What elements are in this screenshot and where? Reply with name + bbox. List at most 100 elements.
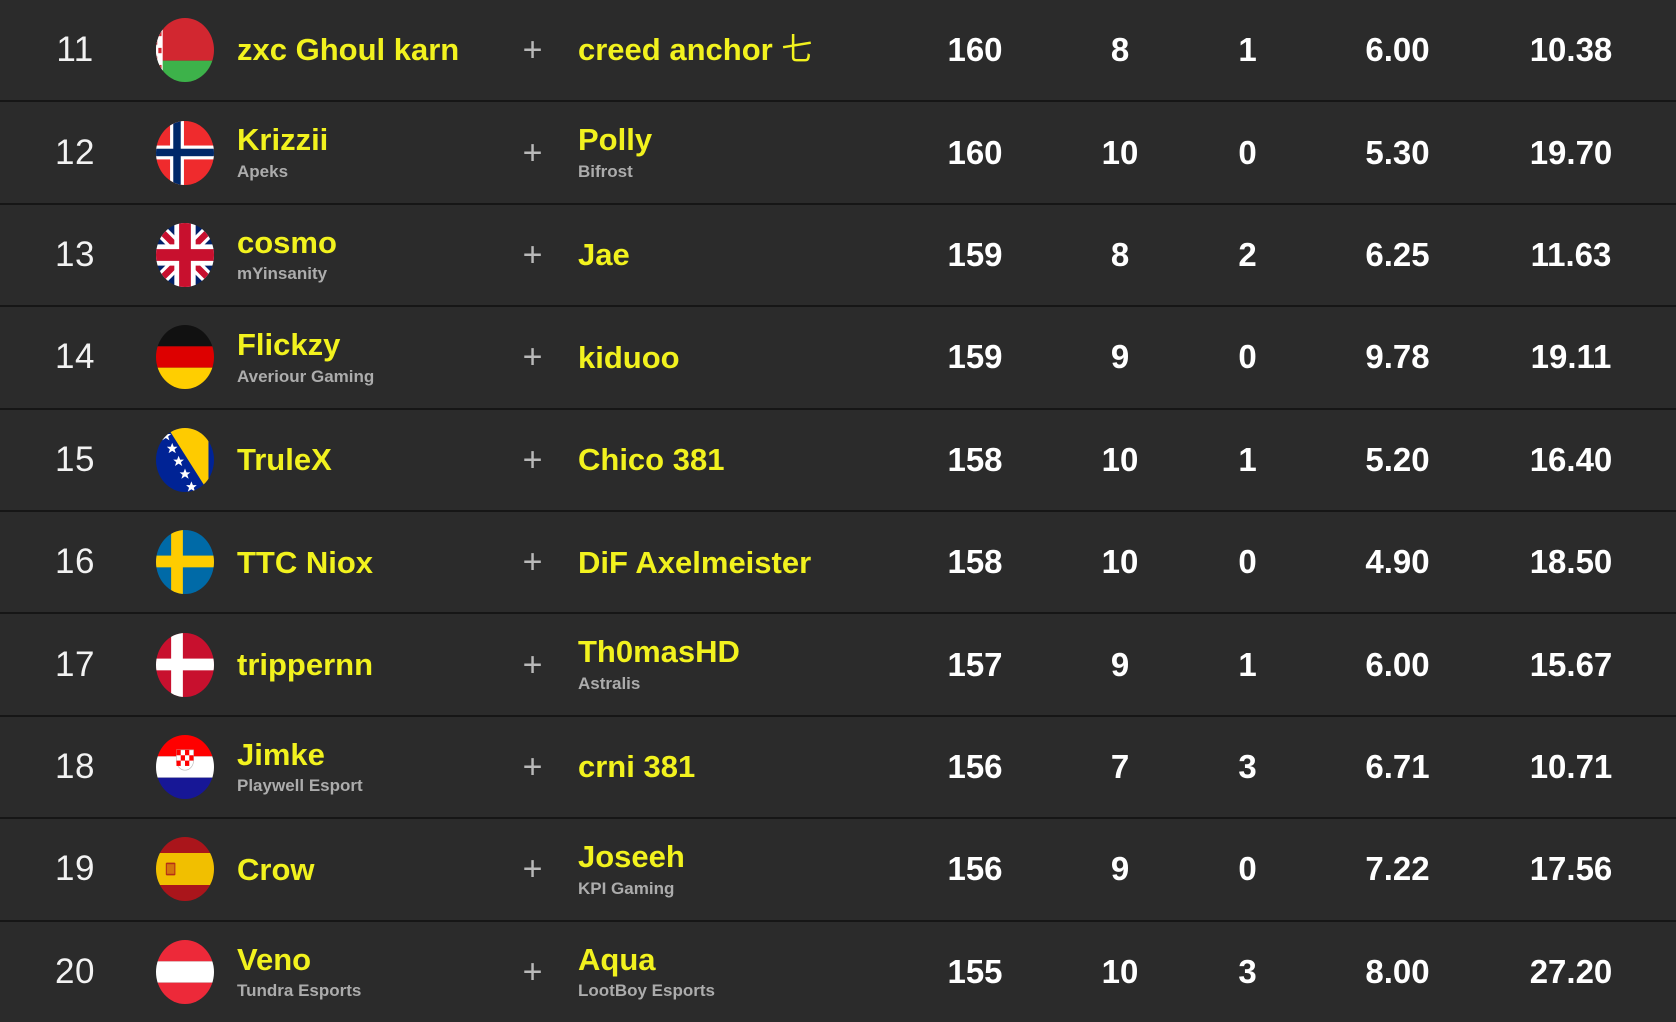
rank-cell: 12 <box>55 132 95 172</box>
maps-cell: 9 <box>1110 850 1130 888</box>
table-row[interactable]: 19 Crow + Joseeh KPI Gaming 156 9 0 7.22 17.56 <box>0 819 1676 922</box>
versus-plus-icon: + <box>522 748 543 787</box>
table-row[interactable]: 20 Veno Tundra Esports + Aqua LootBoy Esports… <box>0 921 1676 1022</box>
versus-plus-icon: + <box>522 236 543 275</box>
player-one-cell[interactable]: Jimke Playwell Esport <box>220 737 505 797</box>
versus-plus-icon: + <box>522 440 543 479</box>
player-one-name[interactable]: TruleX <box>237 443 505 477</box>
player-one-name[interactable]: Krizzii <box>237 123 505 157</box>
rank-cell: 15 <box>55 439 95 479</box>
player-two-cell[interactable]: Chico 381 <box>560 443 895 477</box>
maps-cell: 10 <box>1101 952 1139 990</box>
player-two-name[interactable]: crni 381 <box>578 750 895 784</box>
maps-cell: 10 <box>1101 440 1139 478</box>
rank-cell: 17 <box>55 644 95 684</box>
extra-cell: 0 <box>1238 338 1257 376</box>
rating-cell: 19.11 <box>1530 338 1612 376</box>
score-cell: 160 <box>947 31 1003 69</box>
belarus-flag <box>156 18 214 83</box>
table-row[interactable]: 14 Flickzy Averiour Gaming + kiduoo 159 9 0 9.78… <box>0 307 1676 410</box>
maps-cell: 8 <box>1110 31 1130 69</box>
spain-flag <box>156 837 214 902</box>
country-flag-cell <box>150 427 220 492</box>
player-two-cell[interactable]: creed anchor 七 <box>560 32 895 67</box>
table-row[interactable]: 17 trippernn + Th0masHD Astralis 157 9 1 6.00 15.… <box>0 614 1676 717</box>
player-two-name[interactable]: Chico 381 <box>578 443 895 477</box>
table-row[interactable]: 11 zxc Ghoul karn + creed anchor 七 160 8 1 6.00… <box>0 0 1676 103</box>
player-two-name[interactable]: Polly <box>578 123 895 157</box>
player-two-name[interactable]: creed anchor 七 <box>578 32 895 67</box>
player-two-cell[interactable]: Joseeh KPI Gaming <box>560 840 895 899</box>
player-two-cell[interactable]: crni 381 <box>560 750 895 784</box>
versus-plus-icon: + <box>522 645 543 684</box>
table-row[interactable]: 13 cosmo mYinsanity + Jae 159 8 2 6.25 11.63 <box>0 204 1676 308</box>
table-row[interactable]: 16 TTC Niox + DiF Axelmeister 158 10 0 4.90 18.5… <box>0 512 1676 615</box>
average-cell: 6.71 <box>1365 748 1430 786</box>
player-two-name[interactable]: DiF Axelmeister <box>578 545 895 579</box>
player-one-cell[interactable]: Flickzy Averiour Gaming <box>220 328 505 387</box>
rank-cell: 16 <box>55 542 95 582</box>
player-one-cell[interactable]: Crow <box>220 852 505 886</box>
extra-cell: 0 <box>1238 850 1257 888</box>
rating-cell: 19.70 <box>1529 133 1613 171</box>
player-one-team: Averiour Gaming <box>237 366 375 386</box>
table-row[interactable]: 12 Krizzii Apeks + Polly Bifrost 160 10 0 5.30 19.… <box>0 102 1676 205</box>
maps-cell: 7 <box>1110 748 1130 786</box>
extra-cell: 1 <box>1238 645 1257 683</box>
player-one-team: Playwell Esport <box>237 776 363 796</box>
player-two-cell[interactable]: Polly Bifrost <box>560 123 895 182</box>
country-flag-cell <box>150 120 220 185</box>
player-one-name[interactable]: Flickzy <box>237 328 505 362</box>
country-flag-cell <box>150 325 220 390</box>
player-one-cell[interactable]: Veno Tundra Esports <box>220 942 505 1002</box>
player-one-cell[interactable]: TruleX <box>220 443 505 477</box>
table-row[interactable]: 18 Jimke Playwell Esport + crni 381 156 7 3 6.71… <box>0 716 1676 820</box>
score-cell: 156 <box>947 748 1003 786</box>
maps-cell: 9 <box>1110 338 1130 376</box>
player-one-name[interactable]: Jimke <box>237 737 505 771</box>
rating-cell: 11.63 <box>1530 236 1612 274</box>
average-cell: 6.25 <box>1365 236 1430 274</box>
extra-cell: 3 <box>1238 952 1257 990</box>
player-one-cell[interactable]: Krizzii Apeks <box>220 123 505 182</box>
player-one-name[interactable]: Veno <box>237 942 505 976</box>
player-one-name[interactable]: Crow <box>237 852 505 886</box>
player-one-cell[interactable]: trippernn <box>220 647 505 681</box>
score-cell: 156 <box>947 850 1003 888</box>
maps-cell: 10 <box>1101 543 1139 581</box>
rank-cell: 11 <box>56 30 94 70</box>
table-row[interactable]: 15 TruleX + Chico 381 158 10 1 5.20 16.40 <box>0 409 1676 513</box>
player-one-name[interactable]: TTC Niox <box>237 545 505 579</box>
rank-cell: 18 <box>55 747 95 787</box>
rank-cell: 14 <box>55 337 95 377</box>
extra-cell: 2 <box>1238 236 1257 274</box>
austria-flag <box>156 939 214 1004</box>
player-two-name[interactable]: Jae <box>578 238 895 272</box>
player-two-cell[interactable]: kiduoo <box>560 340 895 374</box>
country-flag-cell <box>150 939 220 1004</box>
score-cell: 157 <box>947 645 1003 683</box>
player-two-team: Bifrost <box>578 161 633 181</box>
player-one-cell[interactable]: TTC Niox <box>220 545 505 579</box>
player-two-cell[interactable]: Th0masHD Astralis <box>560 635 895 694</box>
player-one-cell[interactable]: zxc Ghoul karn <box>220 33 505 67</box>
score-cell: 158 <box>947 440 1003 478</box>
player-two-name[interactable]: kiduoo <box>578 340 895 374</box>
player-two-name[interactable]: Aqua <box>578 942 895 976</box>
versus-plus-icon: + <box>522 31 543 70</box>
germany-flag <box>156 325 214 390</box>
country-flag-cell <box>150 632 220 697</box>
player-two-cell[interactable]: Jae <box>560 238 895 272</box>
player-two-cell[interactable]: DiF Axelmeister <box>560 545 895 579</box>
player-one-name[interactable]: zxc Ghoul karn <box>237 33 505 67</box>
player-one-name[interactable]: trippernn <box>237 647 505 681</box>
rank-cell: 19 <box>55 849 95 889</box>
player-one-cell[interactable]: cosmo mYinsanity <box>220 225 505 285</box>
average-cell: 6.00 <box>1365 31 1430 69</box>
player-two-team: LootBoy Esports <box>578 980 715 1000</box>
player-two-name[interactable]: Joseeh <box>578 840 895 874</box>
average-cell: 7.22 <box>1365 850 1430 888</box>
player-two-cell[interactable]: Aqua LootBoy Esports <box>560 942 895 1002</box>
player-one-name[interactable]: cosmo <box>237 225 505 259</box>
player-two-name[interactable]: Th0masHD <box>578 635 895 669</box>
